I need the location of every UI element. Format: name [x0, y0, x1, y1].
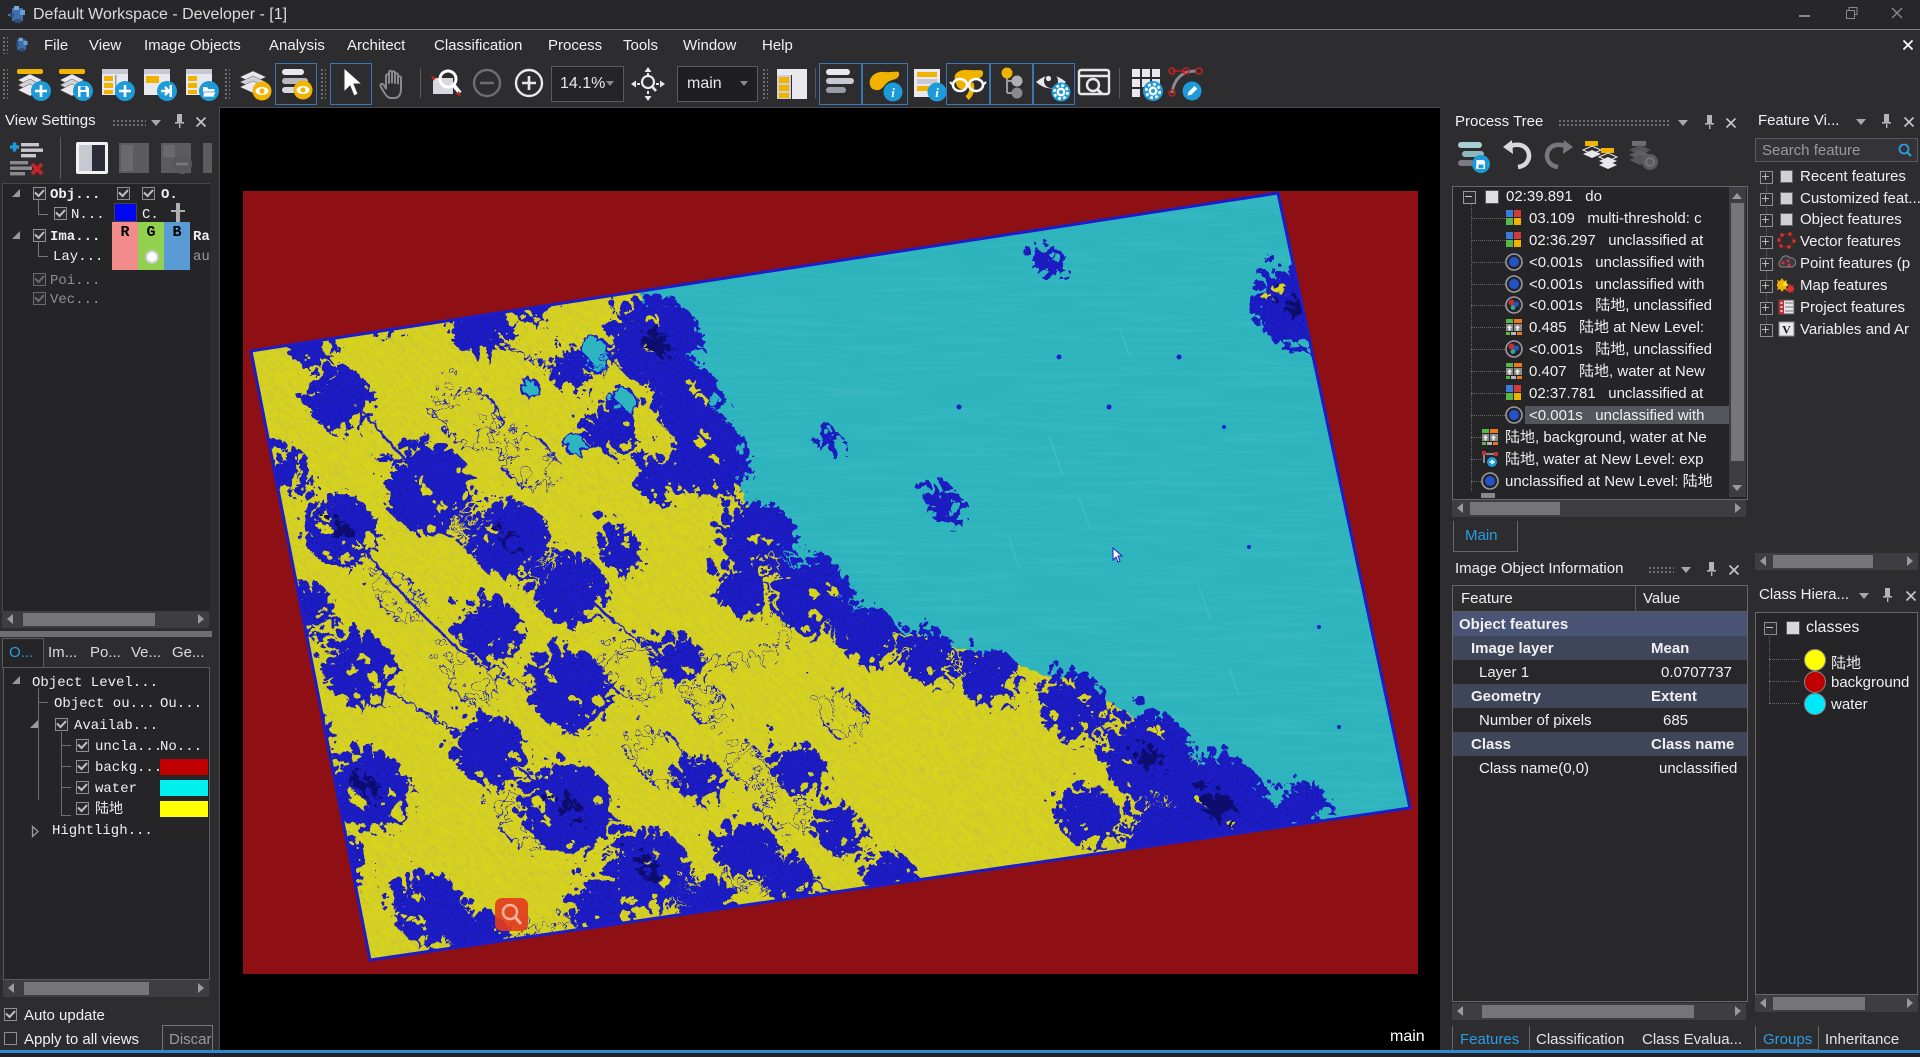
- svg-text:V: V: [1782, 323, 1791, 337]
- svg-text:i: i: [891, 85, 895, 100]
- svg-text:i: i: [935, 85, 939, 100]
